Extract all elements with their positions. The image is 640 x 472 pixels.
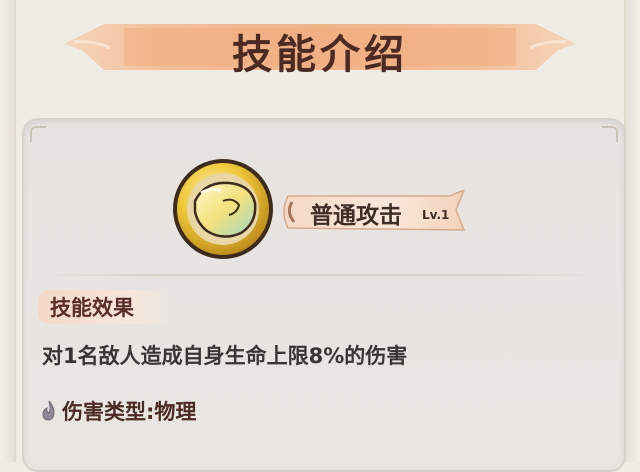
panel-corner-ornament (30, 126, 46, 142)
skill-level: Lv.1 (422, 208, 450, 222)
effect-description: 对1名敌人造成自身生命上限8%的伤害 (42, 344, 408, 368)
skill-name-tag: 普通攻击 Lv.1 (280, 190, 466, 232)
damage-type: 伤害类型:物理 (62, 400, 197, 424)
left-frame-edge (0, 0, 16, 462)
right-frame-edge (624, 0, 640, 462)
fist-icon[interactable] (171, 157, 275, 261)
title-banner: 技能介绍 (64, 14, 576, 80)
page-title: 技能介绍 (232, 32, 408, 78)
section-divider (40, 274, 600, 276)
flame-icon (40, 400, 58, 422)
panel-corner-ornament (602, 126, 618, 142)
effect-label: 技能效果 (50, 296, 134, 320)
skill-name: 普通攻击 (310, 203, 402, 229)
